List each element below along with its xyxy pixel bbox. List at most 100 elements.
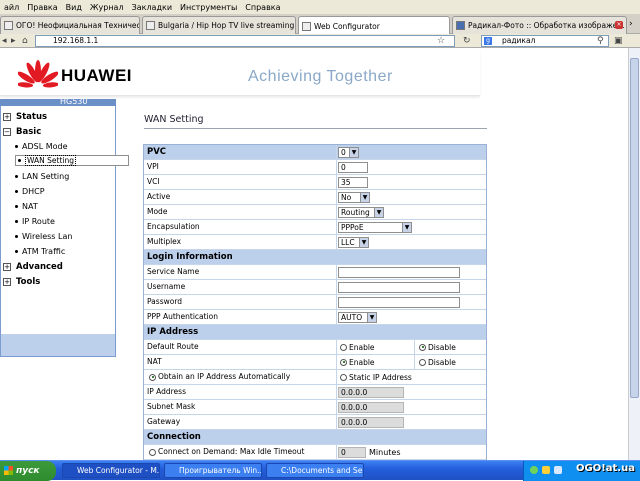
section-title: IP Address <box>147 327 199 337</box>
radio-off-icon <box>149 448 156 456</box>
bullet-icon <box>15 220 18 223</box>
static-ip-radio[interactable]: Static IP Address <box>337 370 486 384</box>
menu-bookmarks[interactable]: Закладки <box>128 3 176 12</box>
section-title: Login Information <box>147 252 233 262</box>
radio-label: Disable <box>428 357 456 367</box>
sidebar-item-label: Status <box>16 111 48 122</box>
sidebar-item-nat[interactable]: NAT <box>15 200 38 213</box>
menu-help[interactable]: Справка <box>241 3 284 12</box>
sidebar-item-wireless-lan[interactable]: Wireless Lan <box>15 230 72 243</box>
close-tab-icon[interactable]: × <box>615 21 623 29</box>
default-route-enable-radio[interactable]: Enable <box>337 340 415 354</box>
vci-input[interactable]: 35 <box>338 176 368 188</box>
username-label: Username <box>144 280 337 294</box>
gateway-label: Gateway <box>144 415 337 429</box>
tab-radikal[interactable]: Радикал-Фото :: Обработка изображе... × <box>452 16 627 34</box>
ppp-auth-select[interactable]: AUTO ▼ <box>338 311 377 323</box>
tab-bar: ОГО! Неофициальная Техническая по... Bul… <box>0 14 640 35</box>
encapsulation-select[interactable]: PPPoE ▼ <box>338 221 412 233</box>
idle-timeout-input[interactable]: 0 <box>338 446 366 458</box>
active-label: Active <box>144 190 337 204</box>
start-button[interactable]: пуск <box>0 461 56 481</box>
extension-icon[interactable]: ▣ <box>614 35 623 47</box>
forward-arrow-icon[interactable]: ▸ <box>11 35 16 47</box>
search-text: радикал <box>502 36 536 45</box>
search-icon[interactable]: ⚲ <box>597 35 604 47</box>
tab-label: Web Configurator <box>314 21 380 31</box>
service-name-label: Service Name <box>144 265 337 279</box>
ip-section-header: IP Address <box>144 325 486 340</box>
multiplex-select-value: LLC <box>341 237 355 247</box>
service-name-input[interactable] <box>338 266 460 278</box>
sidebar-item-basic[interactable]: − Basic <box>3 125 41 138</box>
nat-disable-radio[interactable]: Disable <box>415 358 456 367</box>
huawei-logo-icon <box>18 60 58 88</box>
taskbar-item-web-configurator[interactable]: Web Configurator - M... <box>62 463 160 478</box>
url-text: 192.168.1.1 <box>53 36 99 45</box>
gateway-input[interactable]: 0.0.0.0 <box>338 416 404 428</box>
mode-select[interactable]: Routing ▼ <box>338 206 384 218</box>
pvc-select[interactable]: 0 ▼ <box>338 146 359 158</box>
search-input[interactable]: g радикал <box>481 35 609 47</box>
active-select[interactable]: No ▼ <box>338 191 370 203</box>
tab-scroll-right-icon[interactable]: › <box>629 19 633 29</box>
radio-label: Connect on Demand: Max Idle Timeout <box>158 447 305 456</box>
expand-icon: + <box>3 277 11 286</box>
taskbar-item-explorer[interactable]: C:\Documents and Se... <box>266 463 364 478</box>
menu-edit[interactable]: Правка <box>23 3 61 12</box>
service-name-row: Service Name <box>144 265 486 280</box>
back-arrow-icon[interactable]: ◂ <box>2 35 7 47</box>
obtain-ip-radio[interactable]: Obtain an IP Address Automatically <box>144 370 337 384</box>
model-strip: HG530 <box>0 99 116 106</box>
sidebar-item-tools[interactable]: + Tools <box>3 275 40 288</box>
sidebar-item-label: DHCP <box>22 187 45 196</box>
start-label: пуск <box>16 466 40 476</box>
vertical-scrollbar[interactable] <box>628 48 640 460</box>
password-input[interactable] <box>338 296 460 308</box>
sidebar-item-adsl-mode[interactable]: ADSL Mode <box>15 140 68 153</box>
watermark-text: OGO!at.ua <box>576 463 635 474</box>
home-icon[interactable]: ⌂ <box>22 35 28 47</box>
tray-app-icon[interactable] <box>530 466 538 474</box>
bookmark-star-icon[interactable]: ☆ <box>437 35 445 47</box>
subnet-input[interactable]: 0.0.0.0 <box>338 401 404 413</box>
default-route-disable-radio[interactable]: Disable <box>415 343 456 352</box>
ip-address-input[interactable]: 0.0.0.0 <box>338 386 404 398</box>
username-input[interactable] <box>338 281 460 293</box>
radio-label: Enable <box>349 342 375 352</box>
menu-file[interactable]: айл <box>0 3 23 12</box>
menu-view[interactable]: Вид <box>62 3 86 12</box>
multiplex-row: Multiplex LLC ▼ <box>144 235 486 250</box>
sidebar-item-dhcp[interactable]: DHCP <box>15 185 45 198</box>
taskbar-item-media-player[interactable]: Проигрыватель Win... <box>164 463 262 478</box>
menu-tools[interactable]: Инструменты <box>176 3 241 12</box>
chevron-down-icon: ▼ <box>349 147 358 157</box>
tray-app-icon[interactable] <box>542 466 550 474</box>
radio-off-icon <box>340 343 347 351</box>
tab-bulgaria[interactable]: Bulgaria / Hip Hop TV live streaming <box>142 16 296 34</box>
vpi-row: VPI 0 <box>144 160 486 175</box>
tab-ogo[interactable]: ОГО! Неофициальная Техническая по... <box>0 16 140 34</box>
reload-icon[interactable]: ↻ <box>463 35 471 47</box>
nat-enable-radio[interactable]: Enable <box>337 355 415 369</box>
tray-app-icon[interactable] <box>554 466 562 474</box>
sidebar-item-wan-setting[interactable]: WAN Setting <box>15 155 129 166</box>
sidebar-item-lan-setting[interactable]: LAN Setting <box>15 170 69 183</box>
ip-mode-row: Obtain an IP Address Automatically Stati… <box>144 370 486 385</box>
tab-web-configurator[interactable]: Web Configurator <box>298 16 450 35</box>
sidebar-item-ip-route[interactable]: IP Route <box>15 215 55 228</box>
sidebar-item-atm-traffic[interactable]: ATM Traffic <box>15 245 65 258</box>
connect-demand-radio[interactable]: Connect on Demand: Max Idle Timeout <box>144 445 337 459</box>
collapse-icon: − <box>3 127 11 136</box>
multiplex-select[interactable]: LLC ▼ <box>338 236 369 248</box>
radio-on-icon <box>149 373 156 381</box>
subnet-label: Subnet Mask <box>144 400 337 414</box>
menu-history[interactable]: Журнал <box>86 3 128 12</box>
scrollbar-thumb[interactable] <box>630 58 639 398</box>
vpi-input[interactable]: 0 <box>338 161 368 173</box>
sidebar-item-status[interactable]: + Status <box>3 110 47 123</box>
menu-bar: айл Правка Вид Журнал Закладки Инструмен… <box>0 0 640 14</box>
sidebar-item-advanced[interactable]: + Advanced <box>3 260 63 273</box>
url-bar[interactable]: 192.168.1.1 <box>35 35 455 47</box>
sidebar-footer <box>1 334 115 356</box>
